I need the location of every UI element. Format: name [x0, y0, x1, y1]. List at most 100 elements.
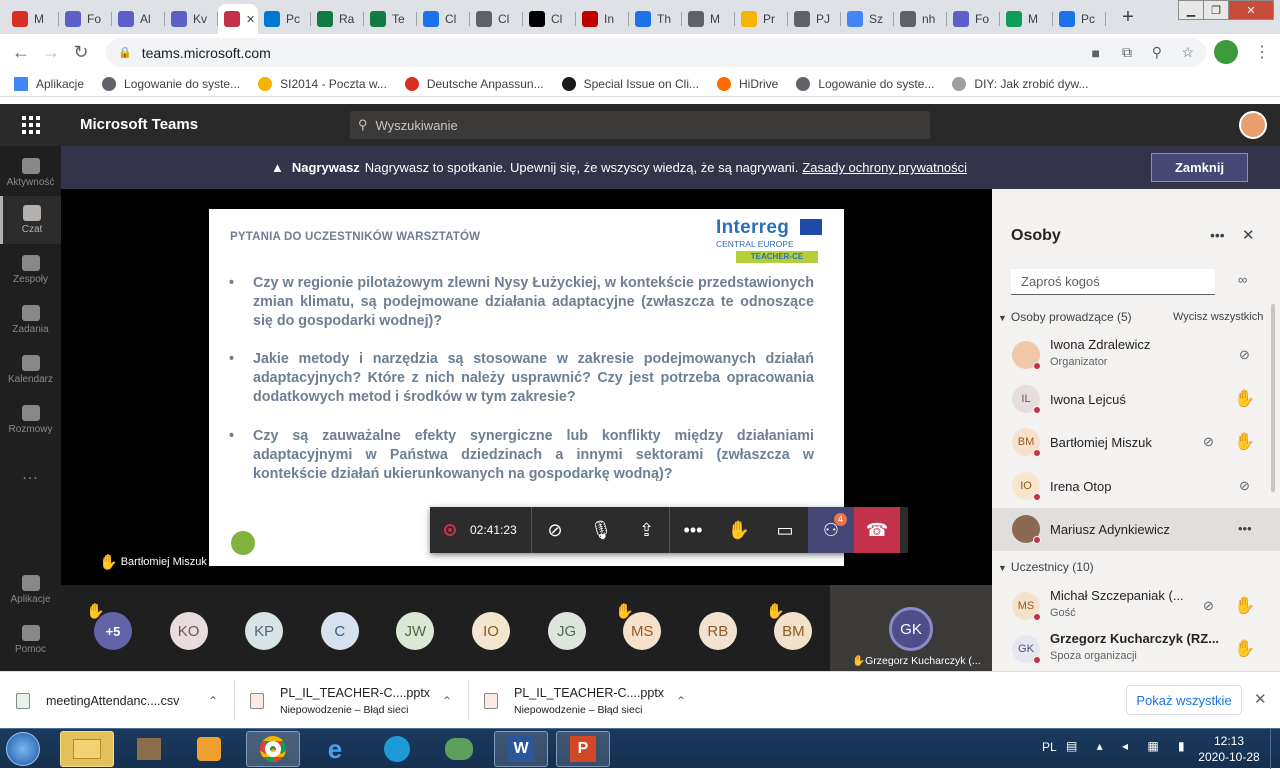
- browser-tab[interactable]: Th: [629, 4, 682, 34]
- reload-icon[interactable]: ↻: [66, 38, 96, 68]
- bookmark-item[interactable]: DIY: Jak zrobić dyw...: [952, 76, 1088, 91]
- more-options-icon[interactable]: •••: [1238, 521, 1252, 536]
- rail-item[interactable]: Aktywność: [0, 149, 61, 197]
- camera-icon[interactable]: ■: [1092, 45, 1100, 61]
- link-icon[interactable]: ∞: [1238, 272, 1247, 287]
- person-row[interactable]: GK Grzegorz Kucharczyk (RZ... Spoza organi…: [992, 628, 1280, 671]
- explorer-taskbar-icon[interactable]: [60, 731, 114, 767]
- chat-button[interactable]: ▭: [762, 507, 808, 553]
- browser-tab[interactable]: M: [682, 4, 735, 34]
- browser-tab[interactable]: Sz: [841, 4, 894, 34]
- forward-icon[interactable]: →: [36, 38, 66, 68]
- language-indicator[interactable]: PL: [1042, 740, 1057, 754]
- bookmark-item[interactable]: Logowanie do syste...: [102, 76, 240, 91]
- star-icon[interactable]: ☆: [1181, 44, 1194, 61]
- mic-mute-button[interactable]: 🎙: [578, 507, 624, 553]
- panel-scrollbar[interactable]: [1271, 304, 1275, 492]
- people-taskbar-icon[interactable]: [432, 731, 486, 767]
- app-launcher-icon[interactable]: [22, 116, 40, 134]
- minimize-button[interactable]: ▁: [1178, 0, 1204, 20]
- rail-item[interactable]: Kalendarz: [0, 346, 61, 394]
- person-row[interactable]: MS Michał Szczepaniak (... Gość ⊘ ✋: [992, 585, 1280, 628]
- bookmark-item[interactable]: Aplikacje: [14, 76, 84, 91]
- participant-avatar[interactable]: JG: [547, 612, 586, 650]
- speaker-tile[interactable]: GK ✋Grzegorz Kucharczyk (...: [830, 585, 992, 671]
- avatar[interactable]: [1239, 111, 1267, 139]
- mute-all-button[interactable]: Wycisz wszystkich: [1173, 311, 1263, 323]
- browser-tab[interactable]: Pc: [258, 4, 311, 34]
- rail-item[interactable]: Aplikacje: [0, 566, 61, 614]
- participant-avatar[interactable]: IO: [472, 612, 510, 650]
- browser-tab[interactable]: Kv: [165, 4, 218, 34]
- rail-item[interactable]: Rozmowy: [0, 396, 61, 444]
- browser-tab[interactable]: Pc: [1053, 4, 1106, 34]
- rail-item[interactable]: Zespoły: [0, 246, 61, 294]
- show-desktop-button[interactable]: [1270, 729, 1280, 769]
- browser-tab[interactable]: Cl: [523, 4, 576, 34]
- bookmark-item[interactable]: SI2014 - Poczta w...: [258, 76, 387, 91]
- chevron-up-icon[interactable]: ⌃: [208, 694, 218, 708]
- browser-tab[interactable]: M: [6, 4, 59, 34]
- browser-tab[interactable]: M: [1000, 4, 1053, 34]
- show-all-button[interactable]: Pokaż wszystkie: [1126, 685, 1242, 715]
- translate-icon[interactable]: ⧉: [1122, 44, 1132, 61]
- hang-up-button[interactable]: ☎: [854, 507, 900, 553]
- browser-tab[interactable]: ✕: [218, 4, 258, 34]
- rail-item[interactable]: Pomoc: [0, 616, 61, 664]
- rail-item[interactable]: Czat: [0, 196, 61, 244]
- zoom-icon[interactable]: ⚲: [1152, 44, 1162, 61]
- media-player-taskbar-icon[interactable]: [182, 731, 236, 767]
- close-icon[interactable]: ✕: [1242, 226, 1255, 244]
- menu-icon[interactable]: ⋮: [1254, 42, 1270, 62]
- word-taskbar-icon[interactable]: W: [494, 731, 548, 767]
- ie-taskbar-icon[interactable]: e: [308, 731, 362, 767]
- browser-tab[interactable]: Al: [112, 4, 165, 34]
- person-row[interactable]: BM Bartłomiej Miszuk ⊘ ✋: [992, 421, 1280, 464]
- participant-avatar[interactable]: C: [320, 612, 359, 650]
- bookmark-item[interactable]: Special Issue on Cli...: [561, 76, 699, 91]
- more-options-icon[interactable]: •••: [1210, 227, 1225, 243]
- download-item[interactable]: PL_IL_TEACHER-C....pptx Niepowodzenie – B…: [250, 672, 470, 729]
- archiver-taskbar-icon[interactable]: [122, 731, 176, 767]
- raise-hand-button[interactable]: ✋: [716, 507, 762, 553]
- start-button-icon[interactable]: [6, 732, 40, 766]
- attendees-section-header[interactable]: ▼ Uczestnicy (10): [998, 560, 1094, 574]
- tray-icons[interactable]: ▤ ▴ ◂ ▦ ▮: [1066, 739, 1193, 753]
- browser-tab[interactable]: Fo: [947, 4, 1000, 34]
- person-row[interactable]: Iwona Zdralewicz Organizator ⊘: [992, 334, 1280, 377]
- chevron-up-icon[interactable]: ⌃: [676, 694, 686, 708]
- edge-taskbar-icon[interactable]: [370, 731, 424, 767]
- chevron-up-icon[interactable]: ⌃: [442, 694, 452, 708]
- browser-tab[interactable]: Ra: [311, 4, 364, 34]
- browser-tab[interactable]: nh: [894, 4, 947, 34]
- new-tab-button[interactable]: +: [1114, 3, 1142, 31]
- download-item[interactable]: meetingAttendanc....csv ⌃: [16, 672, 236, 729]
- bookmark-item[interactable]: HiDrive: [716, 76, 778, 91]
- close-icon[interactable]: ✕: [1254, 690, 1267, 708]
- powerpoint-taskbar-icon[interactable]: P: [556, 731, 610, 767]
- download-item[interactable]: PL_IL_TEACHER-C....pptx Niepowodzenie – B…: [484, 672, 704, 729]
- participant-avatar[interactable]: JW: [396, 612, 435, 650]
- browser-tab[interactable]: Fo: [59, 4, 112, 34]
- browser-tab[interactable]: PJ: [788, 4, 841, 34]
- presenters-section-header[interactable]: ▼ Osoby prowadzące (5): [998, 310, 1132, 324]
- rail-item[interactable]: ...: [0, 451, 61, 499]
- bookmark-item[interactable]: Logowanie do syste...: [796, 76, 934, 91]
- more-actions-button[interactable]: •••: [670, 507, 716, 553]
- browser-tab[interactable]: Te: [364, 4, 417, 34]
- rail-item[interactable]: Zadania: [0, 296, 61, 344]
- url-input[interactable]: 🔒 teams.microsoft.com ■ ⧉ ⚲ ☆: [106, 38, 1206, 67]
- share-button[interactable]: ⇪: [624, 507, 670, 553]
- person-row[interactable]: IL Iwona Lejcuś ✋: [992, 378, 1280, 421]
- invite-input[interactable]: Zaproś kogoś: [1011, 269, 1215, 295]
- person-row[interactable]: IO Irena Otop ⊘: [992, 465, 1280, 508]
- bookmark-item[interactable]: Deutsche Anpassun...: [404, 76, 544, 91]
- extension-icon[interactable]: [1214, 40, 1238, 64]
- chrome-taskbar-icon[interactable]: [246, 731, 300, 767]
- person-row[interactable]: Mariusz Adynkiewicz •••: [992, 508, 1280, 551]
- participant-avatar[interactable]: RB: [698, 612, 737, 650]
- participant-avatar[interactable]: KP: [245, 612, 284, 650]
- maximize-button[interactable]: ❐: [1203, 0, 1229, 20]
- camera-off-button[interactable]: ⊘: [532, 507, 578, 553]
- participant-avatar[interactable]: KO: [169, 612, 208, 650]
